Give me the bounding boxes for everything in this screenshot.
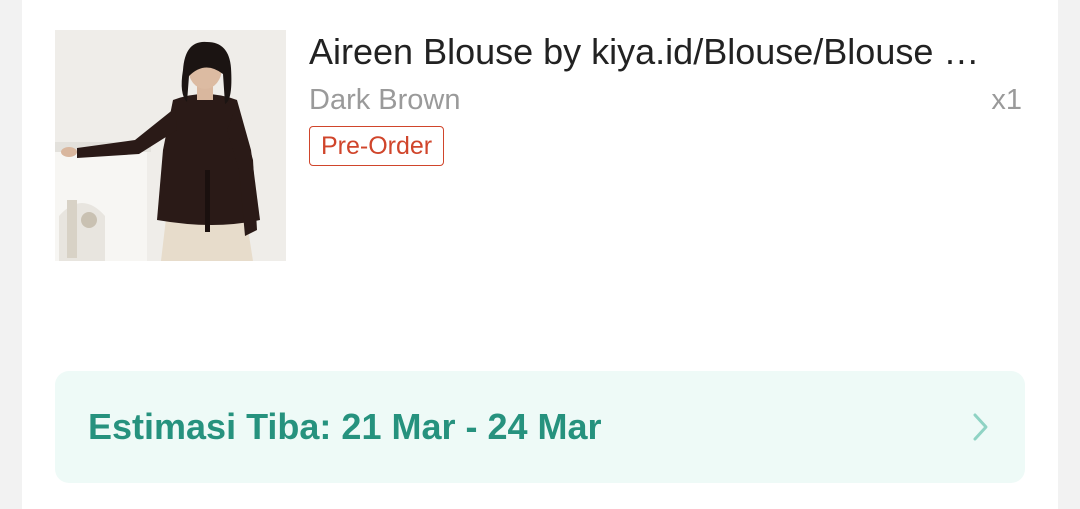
product-title[interactable]: Aireen Blouse by kiya.id/Blouse/Blouse W… bbox=[309, 30, 1009, 74]
product-quantity: x1 bbox=[991, 84, 1022, 116]
card-notch-top bbox=[1058, 232, 1080, 254]
variant-line: Dark Brown x1 bbox=[309, 78, 1022, 122]
estimated-arrival-row[interactable]: Estimasi Tiba: 21 Mar - 24 Mar bbox=[55, 371, 1025, 483]
product-photo-illustration bbox=[55, 30, 286, 261]
chevron-right-icon bbox=[973, 413, 988, 441]
product-image[interactable] bbox=[55, 30, 286, 261]
order-item-card: Aireen Blouse by kiya.id/Blouse/Blouse W… bbox=[22, 0, 1058, 509]
pre-order-badge: Pre-Order bbox=[309, 126, 445, 166]
product-info: Aireen Blouse by kiya.id/Blouse/Blouse W… bbox=[309, 30, 1022, 166]
product-variant: Dark Brown bbox=[309, 84, 461, 116]
product-row[interactable]: Aireen Blouse by kiya.id/Blouse/Blouse W… bbox=[55, 30, 1022, 262]
card-notch-bottom bbox=[1058, 286, 1080, 308]
estimated-arrival-label: Estimasi Tiba: 21 Mar - 24 Mar bbox=[88, 406, 602, 447]
